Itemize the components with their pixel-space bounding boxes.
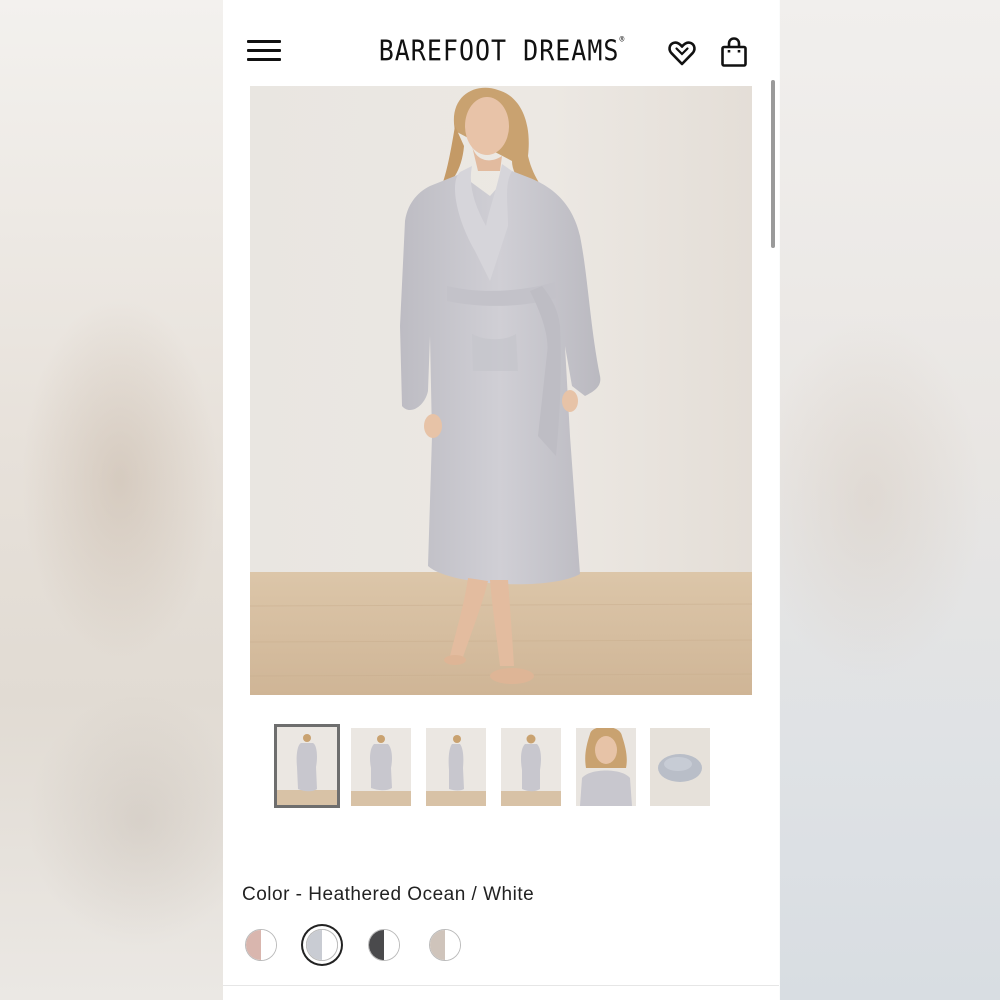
thumbnail-back[interactable] [501, 728, 561, 806]
thumbnail-front-walking[interactable] [351, 728, 411, 806]
swatch-pink-white[interactable] [245, 929, 277, 961]
swatch-beige-white[interactable] [429, 929, 461, 961]
thumbnail-side[interactable] [426, 728, 486, 806]
background-blur-right [780, 0, 1000, 1000]
thumbnail-closeup-face[interactable] [576, 728, 636, 806]
hamburger-menu-icon[interactable] [247, 40, 281, 64]
site-header: BAREFOOT DREAMS® [223, 0, 779, 86]
page-scrollbar[interactable] [771, 80, 775, 248]
swatch-heathered-ocean-white[interactable] [306, 929, 338, 961]
color-swatch-group [245, 926, 485, 966]
divider [223, 985, 779, 986]
selected-color-label: Color - Heathered Ocean / White [242, 884, 535, 905]
swatch-charcoal-white[interactable] [368, 929, 400, 961]
brand-logo[interactable]: BAREFOOT DREAMS® [371, 34, 633, 67]
product-page: BAREFOOT DREAMS® Color - Heathered Ocean… [223, 0, 779, 1000]
thumbnail-front-full[interactable] [277, 727, 337, 805]
wishlist-heart-icon[interactable] [667, 38, 697, 68]
shopping-bag-icon[interactable] [719, 36, 749, 68]
product-main-image[interactable] [250, 86, 752, 695]
thumbnail-strip [275, 727, 725, 809]
thumbnail-folded-robe[interactable] [650, 728, 710, 806]
background-blur-left [0, 0, 223, 1000]
